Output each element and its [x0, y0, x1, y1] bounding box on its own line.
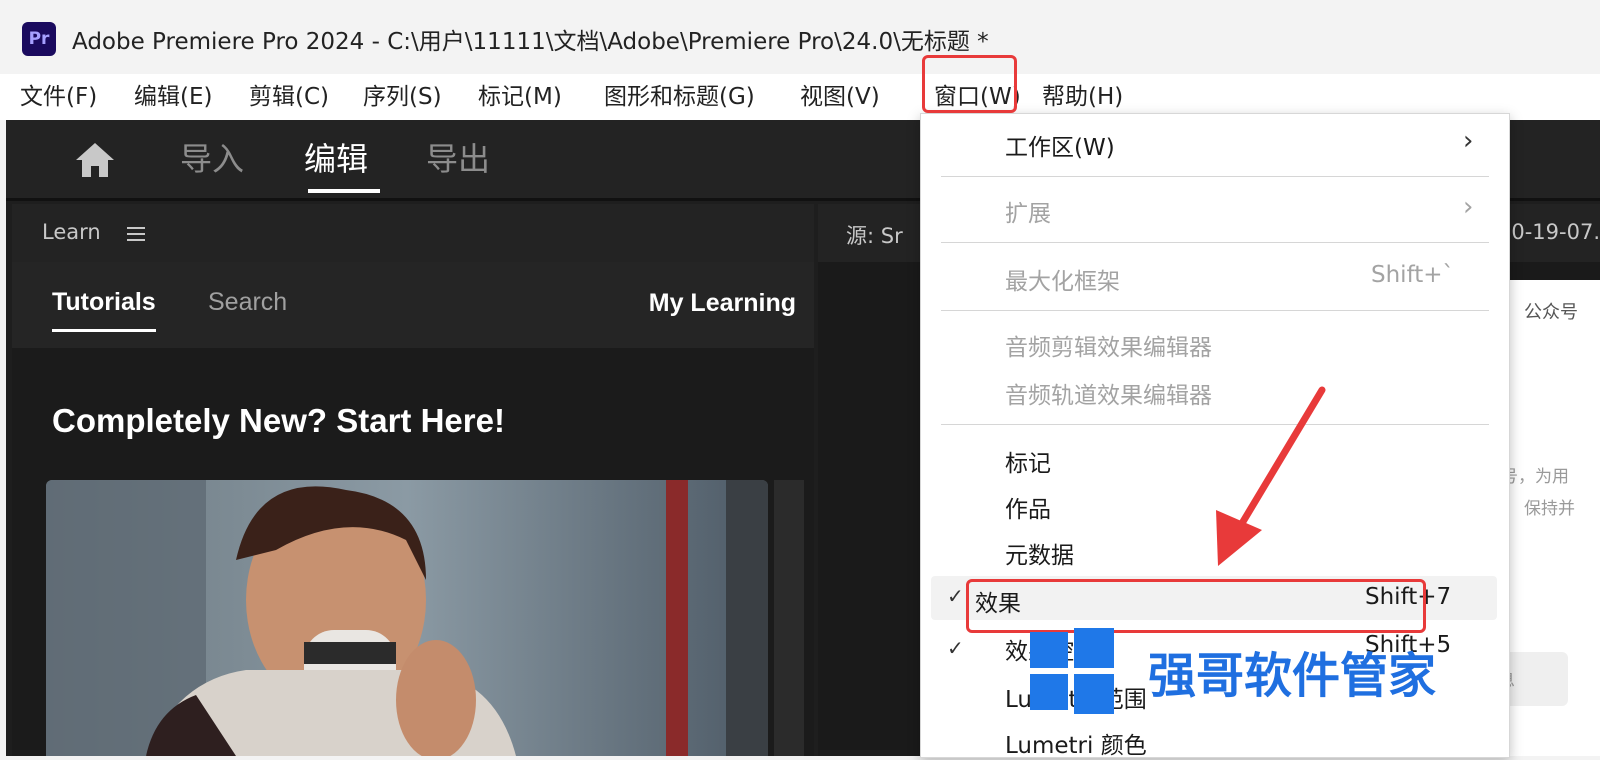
- home-icon[interactable]: [74, 140, 116, 180]
- web-text-official-account: 公众号: [1524, 302, 1578, 323]
- source-panel-title[interactable]: 源: Sr: [846, 220, 903, 250]
- tutorial-video-thumbnail[interactable]: [46, 480, 768, 756]
- my-learning-link[interactable]: My Learning: [649, 289, 796, 318]
- menu-markers[interactable]: 标记(M): [478, 80, 562, 114]
- chevron-right-icon: ›: [1463, 192, 1474, 222]
- tab-tutorials[interactable]: Tutorials: [52, 288, 156, 317]
- workspace-tab-import[interactable]: 导入: [180, 134, 244, 180]
- menu-item-workspaces[interactable]: 工作区(W): [1005, 128, 1115, 162]
- workspace-tab-export[interactable]: 导出: [426, 134, 490, 180]
- menu-help[interactable]: 帮助(H): [1042, 80, 1123, 114]
- learn-tabs: Tutorials Search My Learning: [12, 262, 814, 348]
- menu-item-markers[interactable]: 标记: [1005, 444, 1051, 478]
- menu-file[interactable]: 文件(F): [20, 80, 97, 114]
- web-text-line-2: 保持并: [1524, 499, 1575, 519]
- watermark: 强哥软件管家: [1026, 622, 1466, 722]
- tutorials-tab-underline: [52, 329, 156, 332]
- annotation-arrow-icon: [1216, 386, 1326, 566]
- menu-item-lumetri-color[interactable]: Lumetri 颜色: [1005, 726, 1147, 760]
- menu-item-maximize-frame[interactable]: 最大化框架: [1005, 262, 1120, 296]
- premiere-pro-app-icon: Pr: [22, 22, 56, 56]
- window-title: Adobe Premiere Pro 2024 - C:\用户\11111\文档…: [72, 29, 989, 55]
- title-bar: Pr Adobe Premiere Pro 2024 - C:\用户\11111…: [0, 0, 1600, 74]
- menu-clip[interactable]: 剪辑(C): [249, 80, 329, 114]
- checkmark-icon: ✓: [947, 636, 964, 660]
- menu-item-productions[interactable]: 作品: [1005, 490, 1051, 524]
- menu-item-audio-clip-effect-editor[interactable]: 音频剪辑效果编辑器: [1005, 328, 1212, 362]
- menu-view[interactable]: 视图(V): [800, 80, 880, 114]
- learn-panel-title: Learn: [42, 220, 101, 244]
- menu-separator: [941, 242, 1489, 243]
- menu-separator: [941, 310, 1489, 311]
- learn-panel: Learn Tutorials Search My Learning Compl…: [12, 204, 814, 756]
- menu-item-metadata[interactable]: 元数据: [1005, 536, 1074, 570]
- checkmark-icon: ✓: [947, 584, 964, 608]
- watermark-text: 强哥软件管家: [1148, 648, 1437, 704]
- workspace-tab-edit[interactable]: 编辑: [304, 134, 368, 180]
- tab-search[interactable]: Search: [208, 288, 287, 317]
- active-tab-underline: [308, 189, 380, 193]
- background-web-page: 公众号 众号，为用 保持并 息: [1484, 280, 1600, 756]
- menu-edit[interactable]: 编辑(E): [134, 80, 212, 114]
- learn-panel-header: Learn: [12, 204, 814, 262]
- source-filename-suffix: 0-19-07.: [1511, 220, 1600, 244]
- windows-logo-icon: [1030, 628, 1114, 714]
- maximize-frame-shortcut: Shift+`: [1371, 262, 1455, 288]
- chevron-right-icon: ›: [1463, 126, 1474, 156]
- menu-item-audio-track-effect-editor[interactable]: 音频轨道效果编辑器: [1005, 376, 1212, 410]
- menu-item-extensions[interactable]: 扩展: [1005, 194, 1051, 228]
- learn-section-heading: Completely New? Start Here!: [52, 402, 505, 439]
- menu-sequence[interactable]: 序列(S): [363, 80, 442, 114]
- window-menu-annotation-box: [922, 55, 1017, 113]
- menu-separator: [941, 176, 1489, 177]
- thumbnail-edge: [774, 480, 804, 756]
- menu-graphics-and-titles[interactable]: 图形和标题(G): [604, 80, 755, 114]
- hamburger-menu-icon[interactable]: [127, 227, 145, 241]
